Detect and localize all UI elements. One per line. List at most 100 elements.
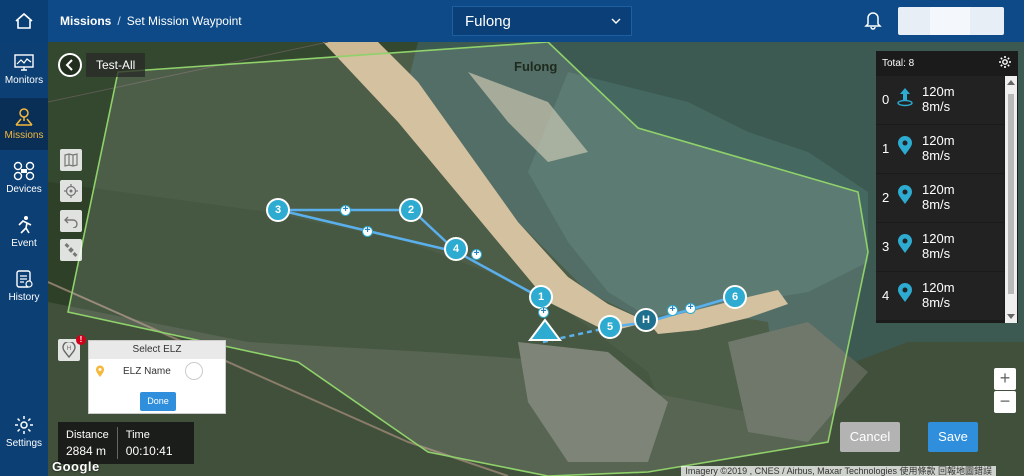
zoom-in-button[interactable]: +	[994, 368, 1016, 390]
mission-name-label: Test-All	[86, 53, 146, 77]
sidebar-item-missions[interactable]: Missions	[0, 98, 48, 150]
scroll-thumb[interactable]	[1008, 94, 1014, 294]
waypoint-marker-3[interactable]: 3	[266, 198, 290, 222]
waypoint-speed: 8m/s	[922, 295, 951, 310]
site-select-value: Fulong	[465, 12, 511, 30]
sidebar-item-label: Missions	[4, 130, 44, 141]
satellite-button[interactable]	[60, 239, 82, 261]
waypoint-params: 120m 8m/s	[922, 133, 955, 163]
waypoint-row-4[interactable]: 4 120m 8m/s	[876, 272, 1004, 320]
waypoint-index: 3	[882, 239, 890, 254]
locate-button[interactable]	[60, 180, 82, 202]
location-pin-icon	[96, 365, 104, 377]
landing-pin-icon: H	[62, 342, 76, 358]
chevron-down-icon	[611, 18, 621, 24]
waypoint-marker-6[interactable]: 6	[723, 285, 747, 309]
home-button[interactable]	[0, 0, 48, 42]
waypoint-marker-2[interactable]: 2	[399, 198, 423, 222]
waypoint-total: Total: 8	[882, 57, 915, 69]
sidebar-item-devices[interactable]: Devices	[0, 152, 48, 204]
takeoff-icon	[897, 88, 913, 107]
waypoint-marker-home[interactable]: H	[634, 308, 658, 332]
site-select[interactable]: Fulong	[452, 6, 632, 36]
sidebar-item-label: Devices	[6, 184, 42, 195]
sidebar-item-settings[interactable]: Settings	[0, 406, 48, 458]
sidebar: Monitors Missions Devices Event History …	[0, 42, 48, 476]
sidebar-item-event[interactable]: Event	[0, 206, 48, 258]
map-icon	[64, 153, 78, 167]
waypoint-list-scrollbar[interactable]	[1005, 76, 1017, 323]
midpoint-add-handle[interactable]: +	[538, 307, 549, 318]
notification-button[interactable]	[864, 10, 882, 35]
waypoint-params: 120m 8m/s	[922, 280, 955, 310]
scroll-down-arrow-icon[interactable]	[1007, 314, 1015, 319]
gear-icon[interactable]	[998, 55, 1012, 69]
waypoint-marker-4[interactable]: 4	[444, 237, 468, 261]
midpoint-add-handle[interactable]: +	[362, 226, 373, 237]
drone-icon	[13, 161, 35, 181]
time-stat: Time 00:10:41	[118, 422, 181, 464]
sidebar-item-label: Settings	[5, 438, 43, 449]
map-type-button[interactable]	[60, 149, 82, 171]
waypoint-altitude: 120m	[922, 280, 955, 295]
elz-done-button[interactable]: Done	[140, 392, 176, 411]
waypoint-altitude: 120m	[922, 182, 955, 197]
midpoint-add-handle[interactable]: +	[667, 305, 678, 316]
breadcrumb: Missions / Set Mission Waypoint	[60, 14, 242, 28]
sidebar-item-history[interactable]: History	[0, 260, 48, 312]
satellite-map[interactable]: 3 2 4 1 5 H 6 + + + + + + Fulong Test-Al…	[48, 42, 1024, 476]
cancel-button[interactable]: Cancel	[840, 422, 900, 452]
waypoint-params: 120m 8m/s	[922, 84, 955, 114]
waypoint-params: 120m 8m/s	[922, 231, 955, 261]
map-attribution[interactable]: Imagery ©2019 , CNES / Airbus, Maxar Tec…	[681, 466, 996, 476]
waypoint-row-2[interactable]: 2 120m 8m/s	[876, 174, 1004, 222]
home-icon	[15, 12, 33, 29]
breadcrumb-section[interactable]: Missions	[60, 14, 111, 28]
elz-alert-badge: !	[76, 335, 86, 345]
time-value: 00:10:41	[125, 444, 173, 458]
back-button[interactable]	[58, 53, 82, 77]
mission-stats: Distance 2884 m Time 00:10:41	[58, 422, 194, 464]
waypoint-list-panel: Total: 8 0 120m 8m/s 1 120m 8m/s 2 120m …	[876, 51, 1018, 323]
waypoint-altitude: 120m	[922, 84, 955, 99]
waypoint-row-0[interactable]: 0 120m 8m/s	[876, 76, 1004, 124]
mission-header: Test-All	[58, 53, 146, 77]
elz-panel-title: Select ELZ	[89, 341, 225, 359]
waypoint-altitude: 120m	[922, 231, 955, 246]
midpoint-add-handle[interactable]: +	[340, 205, 351, 216]
waypoint-row-3[interactable]: 3 120m 8m/s	[876, 223, 1004, 271]
midpoint-add-handle[interactable]: +	[685, 303, 696, 314]
elz-option-row[interactable]: ELZ Name	[89, 359, 225, 383]
user-avatar-placeholder	[930, 7, 970, 35]
elz-panel: Select ELZ ELZ Name Done	[88, 340, 226, 414]
elz-option-radio[interactable]	[185, 362, 203, 380]
elz-option-label: ELZ Name	[123, 365, 171, 377]
scroll-up-arrow-icon[interactable]	[1007, 80, 1015, 85]
map-site-label: Fulong	[514, 59, 558, 74]
waypoint-marker-5[interactable]: 5	[598, 315, 622, 339]
undo-button[interactable]	[60, 210, 82, 232]
waypoint-row-1[interactable]: 1 120m 8m/s	[876, 125, 1004, 173]
satellite-icon	[64, 243, 78, 257]
pin-icon	[898, 185, 912, 204]
waypoint-params: 120m 8m/s	[922, 182, 955, 212]
sidebar-item-monitors[interactable]: Monitors	[0, 44, 48, 96]
sidebar-item-label: Event	[11, 238, 37, 249]
waypoint-speed: 8m/s	[922, 197, 951, 212]
breadcrumb-separator: /	[117, 14, 121, 28]
distance-stat: Distance 2884 m	[58, 422, 117, 464]
save-button[interactable]: Save	[928, 422, 978, 452]
app-root: Missions / Set Mission Waypoint Fulong M…	[0, 0, 1024, 476]
zoom-out-button[interactable]: −	[994, 391, 1016, 413]
history-icon	[16, 270, 33, 288]
user-account-box[interactable]	[898, 7, 1004, 35]
event-icon	[18, 216, 32, 234]
distance-label: Distance	[66, 429, 109, 441]
breadcrumb-page: Set Mission Waypoint	[126, 14, 242, 28]
waypoint-speed: 8m/s	[922, 99, 951, 114]
midpoint-add-handle[interactable]: +	[471, 249, 482, 260]
crosshair-icon	[64, 184, 78, 198]
waypoint-index: 1	[882, 141, 890, 156]
sidebar-item-label: History	[8, 292, 40, 303]
missions-icon	[15, 108, 33, 126]
